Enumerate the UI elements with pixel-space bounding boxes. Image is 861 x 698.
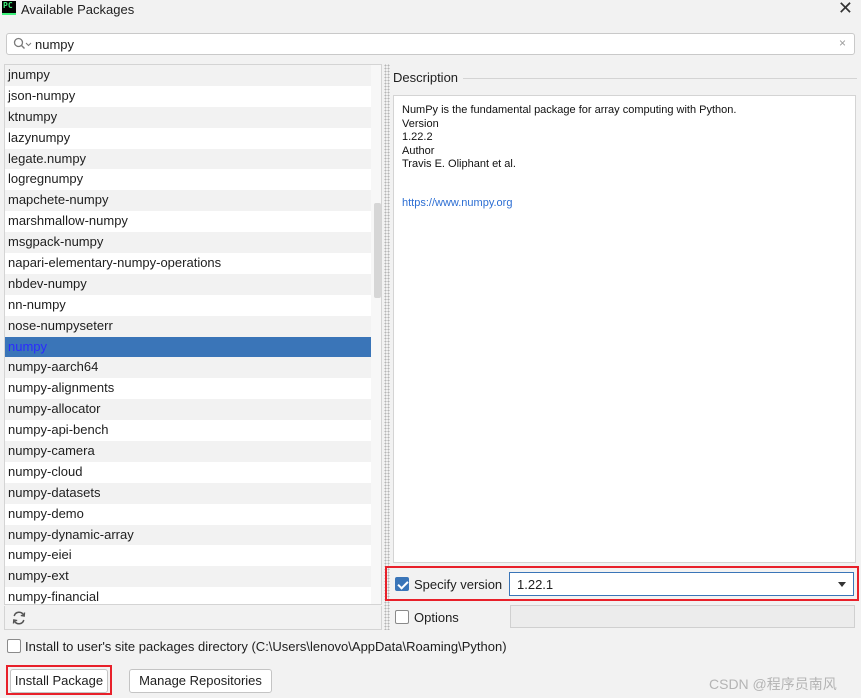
package-list-item[interactable]: marshmallow-numpy — [5, 211, 371, 233]
package-list-item[interactable]: numpy-financial — [5, 587, 371, 604]
refresh-icon[interactable] — [11, 610, 27, 626]
specify-version-label[interactable]: Specify version — [414, 577, 502, 592]
title-bar: PC Available Packages ✕ — [0, 0, 861, 22]
package-list-item[interactable]: numpy — [5, 336, 371, 358]
package-list-item[interactable]: numpy-ext — [5, 566, 371, 588]
package-list-item[interactable]: mapchete-numpy — [5, 190, 371, 212]
scrollbar-thumb[interactable] — [374, 203, 381, 298]
package-list-item[interactable]: numpy-alignments — [5, 378, 371, 400]
package-list-item[interactable]: napari-elementary-numpy-operations — [5, 253, 371, 274]
description-summary: NumPy is the fundamental package for arr… — [402, 104, 737, 116]
package-list-item[interactable]: lazynumpy — [5, 127, 371, 149]
package-list-item[interactable]: nose-numpyseterr — [5, 315, 371, 337]
package-list-item[interactable]: numpy-eiei — [5, 545, 371, 567]
chevron-down-icon[interactable] — [838, 582, 846, 587]
install-site-checkbox[interactable] — [7, 639, 21, 653]
install-site-label[interactable]: Install to user's site packages director… — [25, 639, 507, 654]
version-value: 1.22.2 — [402, 131, 433, 143]
package-list-item[interactable]: nn-numpy — [5, 294, 371, 316]
search-input[interactable] — [35, 36, 815, 52]
clear-search-icon[interactable]: × — [839, 36, 846, 50]
options-label[interactable]: Options — [414, 610, 459, 625]
package-list: jnumpy json-numpy ktnumpy lazynumpy legate.n… — [5, 65, 371, 604]
version-dropdown-value: 1.22.1 — [517, 577, 554, 592]
package-list-item[interactable]: numpy-dynamic-array — [5, 524, 371, 546]
install-package-button[interactable]: Install Package — [10, 669, 108, 693]
watermark: CSDN @程序员南风 — [709, 676, 837, 692]
package-list-item[interactable]: numpy-demo — [5, 503, 371, 525]
description-text: NumPy is the fundamental package for arr… — [402, 104, 736, 172]
package-list-item[interactable]: numpy-datasets — [5, 482, 371, 504]
version-label: Version — [402, 117, 439, 130]
package-list-item[interactable]: numpy-api-bench — [5, 420, 371, 442]
search-box[interactable]: × — [6, 33, 855, 55]
package-list-scrollbar[interactable] — [371, 65, 381, 604]
pycharm-icon: PC — [2, 1, 16, 15]
homepage-link[interactable]: https://www.numpy.org — [402, 197, 512, 209]
specify-version-checkbox[interactable] — [395, 577, 409, 591]
search-icon[interactable] — [13, 37, 33, 51]
options-field[interactable] — [510, 605, 855, 628]
window-title: Available Packages — [21, 2, 135, 17]
package-list-item[interactable]: nbdev-numpy — [5, 273, 371, 295]
package-list-item[interactable]: numpy-allocator — [5, 399, 371, 421]
package-list-item[interactable]: numpy-camera — [5, 441, 371, 462]
author-label: Author — [402, 144, 435, 157]
package-list-item[interactable]: json-numpy — [5, 85, 371, 107]
package-list-item[interactable]: numpy-cloud — [5, 461, 371, 483]
package-list-item[interactable]: jnumpy — [5, 65, 371, 86]
package-list-item[interactable]: msgpack-numpy — [5, 232, 371, 254]
package-list-item[interactable]: legate.numpy — [5, 148, 371, 170]
description-separator — [463, 78, 857, 79]
description-panel: NumPy is the fundamental package for arr… — [393, 95, 856, 563]
options-checkbox[interactable] — [395, 610, 409, 624]
package-list-toolbar — [4, 606, 382, 630]
description-label: Description — [393, 70, 463, 85]
package-list-panel: jnumpy json-numpy ktnumpy lazynumpy legate.n… — [4, 64, 382, 605]
manage-repositories-button[interactable]: Manage Repositories — [129, 669, 272, 693]
close-icon[interactable]: ✕ — [838, 0, 853, 18]
package-list-item[interactable]: ktnumpy — [5, 106, 371, 128]
package-list-item[interactable]: numpy-aarch64 — [5, 357, 371, 379]
author-value: Travis E. Oliphant et al. — [402, 158, 516, 170]
panel-splitter[interactable] — [384, 64, 390, 630]
package-list-item[interactable]: logregnumpy — [5, 169, 371, 191]
version-dropdown[interactable]: 1.22.1 — [509, 572, 854, 596]
